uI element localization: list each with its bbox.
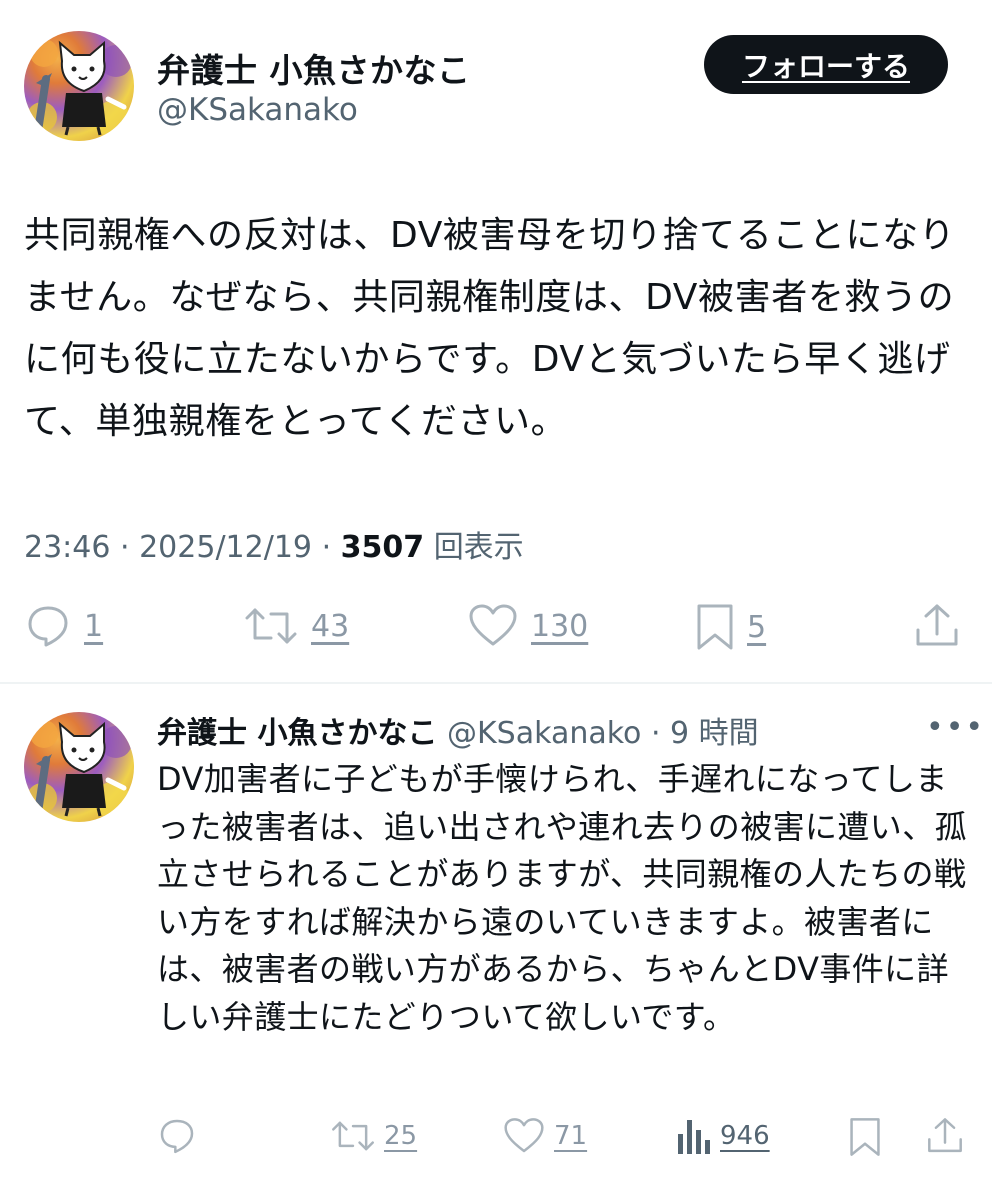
reply-icon [160,1119,194,1154]
reply-button[interactable]: 1 [24,602,103,650]
tweet-divider [0,682,992,684]
meta-separator: · [120,530,140,565]
reply-author-display-name[interactable]: 弁護士 小魚さかなこ [157,716,437,751]
reply-separator: · [650,716,661,751]
reply-header: 弁護士 小魚さかなこ @KSakanako · 9 時間 [157,708,759,752]
reply-bookmark-button[interactable] [848,1116,882,1158]
author-handle[interactable]: @KSakanako [157,92,358,128]
bookmark-icon [850,1118,880,1156]
reply-like-count: 71 [554,1121,588,1151]
tweet-time[interactable]: 23:46 [24,530,110,565]
bookmark-button[interactable]: 5 [695,602,766,652]
reply-icon [28,606,68,647]
retweet-icon [332,1121,374,1151]
reply-share-button[interactable] [926,1116,964,1156]
reply-views-button[interactable]: 946 [676,1116,770,1156]
like-count: 130 [531,608,589,644]
reply-like-button[interactable]: 71 [502,1116,587,1156]
reply-time-ago[interactable]: 9 時間 [670,716,759,751]
views-label: 回表示 [433,530,524,565]
reply-views-count: 946 [720,1121,770,1151]
reply-count: 1 [84,608,104,644]
like-icon [469,604,517,646]
reply-text: DV加害者に子どもが手懐けられ、手遅れになってしまった被害者は、追い出されや連れ… [157,760,968,1036]
bookmark-count: 5 [747,609,767,645]
meta-separator: · [321,530,341,565]
follow-button[interactable]: フォローする [704,35,948,94]
reply-author-handle[interactable]: @KSakanako [447,716,641,751]
share-icon [928,1118,962,1153]
reply-reply-button[interactable] [157,1116,197,1156]
cat-avatar-icon [27,720,132,818]
share-icon [916,604,958,646]
cat-avatar-icon [27,39,132,137]
retweet-button[interactable]: 43 [243,602,349,650]
bookmark-icon [697,604,733,650]
tweet-text: 共同親権への反対は、DV被害母を切り捨てることになりません。なぜなら、共同親権制… [24,215,956,442]
retweet-count: 43 [311,608,350,644]
like-button[interactable]: 130 [467,602,588,650]
reply-retweet-count: 25 [384,1121,418,1151]
reply-retweet-button[interactable]: 25 [330,1116,417,1156]
author-display-name[interactable]: 弁護士 小魚さかなこ [157,44,471,92]
reply-author-avatar[interactable] [24,712,134,822]
author-avatar[interactable] [24,31,134,141]
views-icon [678,1120,710,1154]
more-icon[interactable]: ••• [926,710,985,745]
tweet-meta: 23:46 · 2025/12/19 · 3507 回表示 [24,522,524,566]
like-icon [504,1118,544,1153]
retweet-icon [245,608,297,644]
share-button[interactable] [914,602,960,650]
views-count: 3507 [340,530,425,565]
tweet-date[interactable]: 2025/12/19 [139,530,312,565]
